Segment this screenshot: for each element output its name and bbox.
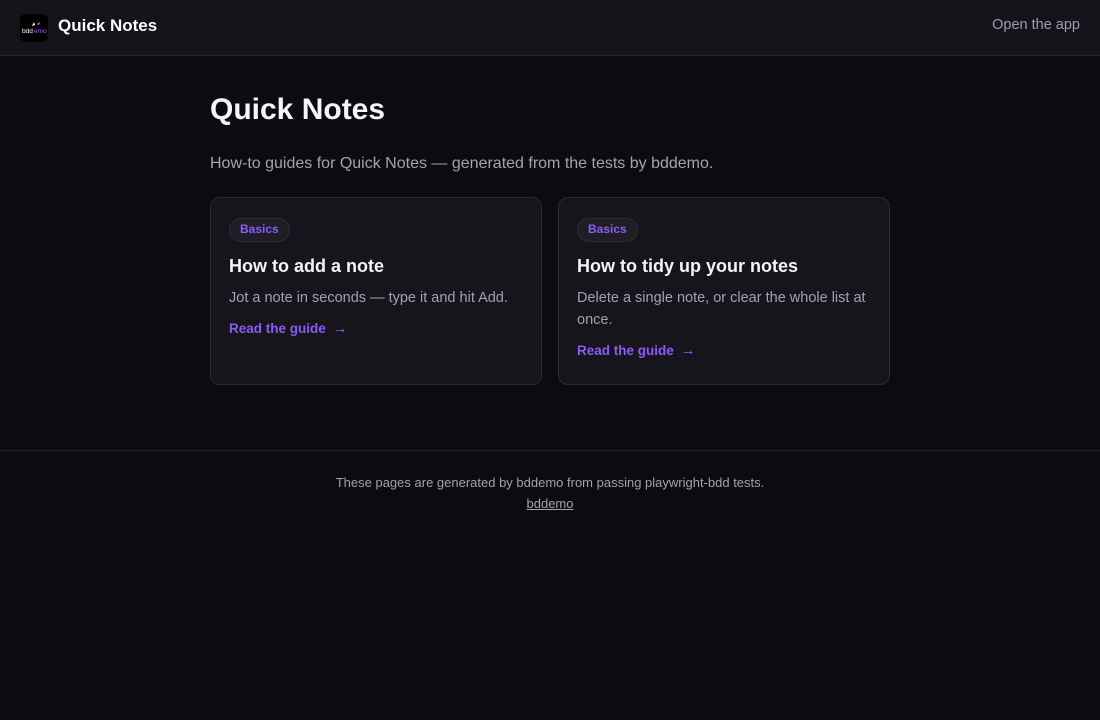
page-title: Quick Notes bbox=[210, 93, 386, 126]
read-guide-link[interactable]: Read the guide → bbox=[229, 320, 348, 337]
footer: These pages are generated by bddemo from… bbox=[0, 472, 1100, 514]
read-guide-label: Read the guide bbox=[229, 321, 326, 336]
brand-link[interactable]: bdd emo Quick Notes bbox=[20, 14, 157, 42]
page-subtitle: How-to guides for Quick Notes — generate… bbox=[210, 155, 714, 172]
footer-bddemo-link[interactable]: bddemo bbox=[527, 496, 574, 511]
arrow-right-icon: → bbox=[680, 342, 696, 359]
guide-title: How to tidy up your notes bbox=[577, 256, 798, 276]
read-guide-link[interactable]: Read the guide → bbox=[577, 342, 696, 359]
guide-card-tidy-notes[interactable]: Basics How to tidy up your notes Delete … bbox=[558, 197, 890, 385]
open-app-link[interactable]: Open the app bbox=[992, 17, 1080, 33]
footer-divider bbox=[0, 450, 1100, 451]
footer-text: These pages are generated by bddemo from… bbox=[335, 475, 765, 490]
top-bar: bdd emo Quick Notes Open the app bbox=[0, 0, 1100, 56]
category-badge: Basics bbox=[229, 218, 290, 242]
category-badge: Basics bbox=[577, 218, 638, 242]
arrow-right-icon: → bbox=[332, 320, 348, 337]
main-content: Quick Notes How-to guides for Quick Note… bbox=[210, 90, 890, 385]
guide-card-add-note[interactable]: Basics How to add a note Jot a note in s… bbox=[210, 197, 542, 385]
guide-cards: Basics How to add a note Jot a note in s… bbox=[210, 197, 890, 385]
guide-description: Delete a single note, or clear the whole… bbox=[577, 290, 866, 328]
guide-title: How to add a note bbox=[229, 256, 384, 276]
svg-text:bdd: bdd bbox=[22, 28, 33, 35]
bddemo-logo: bdd emo bbox=[20, 14, 48, 42]
guide-description: Jot a note in seconds — type it and hit … bbox=[229, 290, 508, 306]
svg-text:emo: emo bbox=[34, 28, 47, 35]
read-guide-label: Read the guide bbox=[577, 343, 674, 358]
app-name: Quick Notes bbox=[58, 15, 158, 35]
